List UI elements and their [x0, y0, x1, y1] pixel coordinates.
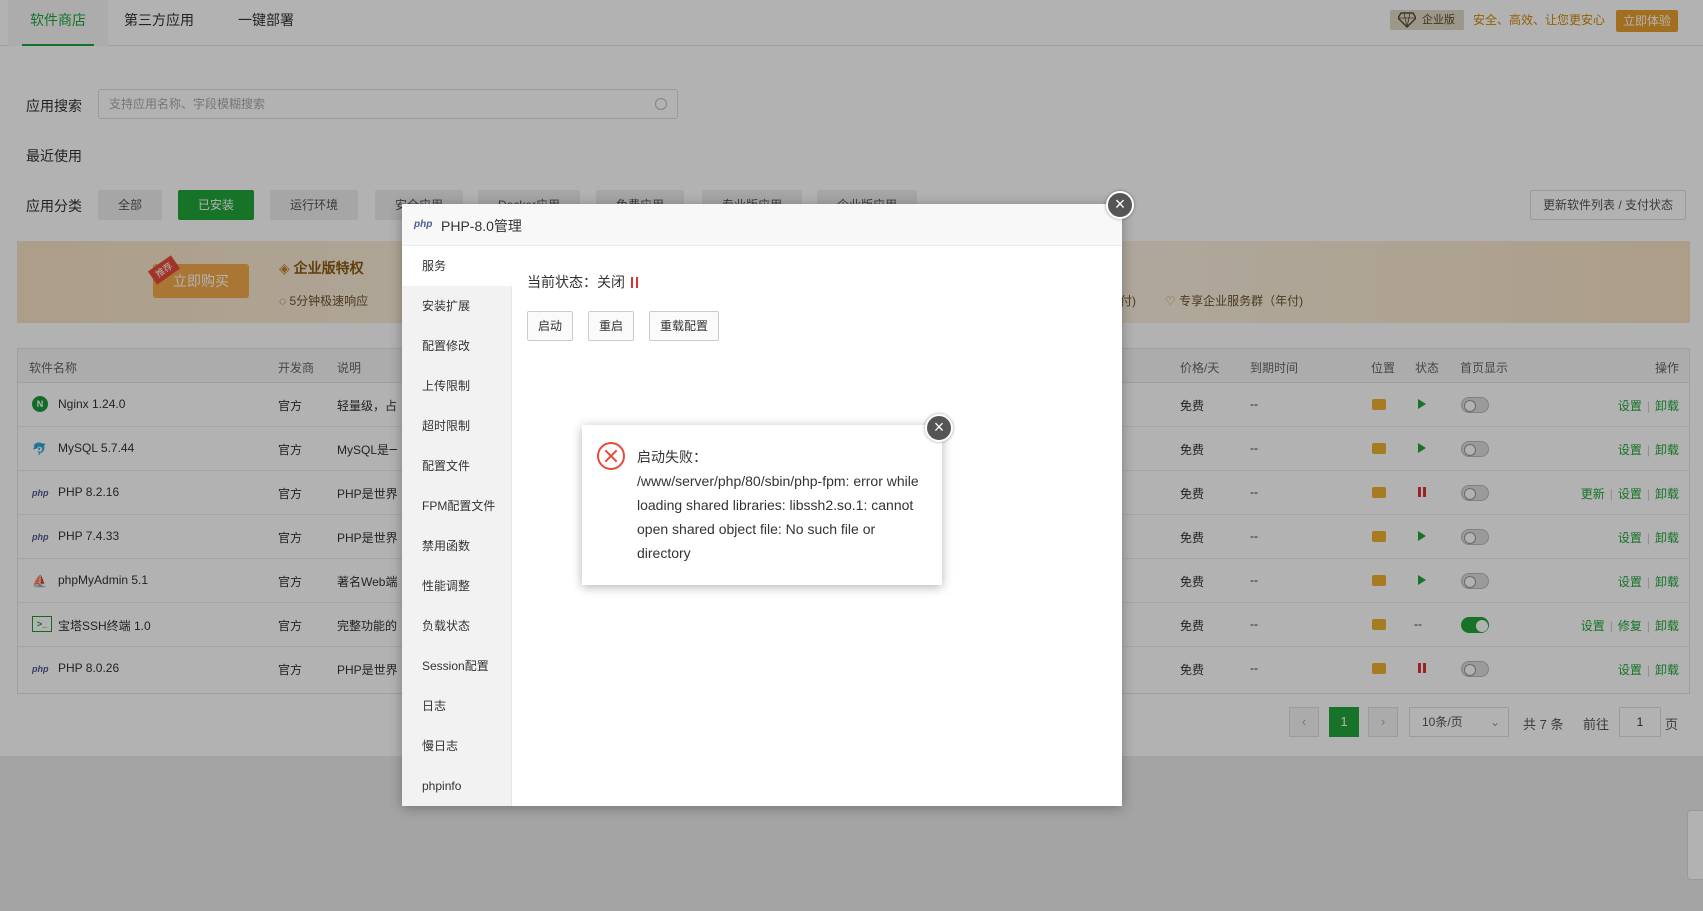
start-button[interactable]: 启动	[527, 311, 574, 341]
dialog-title: PHP-8.0管理	[441, 218, 522, 234]
stopped-icon	[631, 277, 638, 288]
menu-config-file[interactable]: 配置文件	[402, 446, 512, 486]
menu-session-config[interactable]: Session配置	[402, 646, 512, 686]
menu-logs[interactable]: 日志	[402, 686, 512, 726]
restart-button[interactable]: 重启	[588, 311, 635, 341]
reload-config-button[interactable]: 重载配置	[649, 311, 720, 341]
menu-disabled-functions[interactable]: 禁用函数	[402, 526, 512, 566]
error-alert: 启动失败： /www/server/php/80/sbin/php-fpm: e…	[582, 425, 942, 585]
service-status: 当前状态：关闭	[527, 272, 638, 292]
status-value: 关闭	[597, 274, 625, 290]
status-label: 当前状态：	[527, 274, 597, 290]
close-alert-button[interactable]: ×	[925, 414, 953, 442]
menu-load-status[interactable]: 负载状态	[402, 606, 512, 646]
error-message: 启动失败： /www/server/php/80/sbin/php-fpm: e…	[637, 449, 919, 561]
php-logo-icon: php	[414, 219, 433, 230]
menu-slow-logs[interactable]: 慢日志	[402, 726, 512, 766]
dialog-header: php PHP-8.0管理	[402, 204, 1122, 246]
menu-upload-limit[interactable]: 上传限制	[402, 366, 512, 406]
dialog-side-menu: 服务 安装扩展 配置修改 上传限制 超时限制 配置文件 FPM配置文件 禁用函数…	[402, 246, 512, 806]
menu-config-edit[interactable]: 配置修改	[402, 326, 512, 366]
error-icon	[597, 442, 625, 470]
close-dialog-button[interactable]: ×	[1106, 191, 1134, 219]
menu-phpinfo[interactable]: phpinfo	[402, 766, 512, 806]
menu-install-extensions[interactable]: 安装扩展	[402, 286, 512, 326]
menu-performance-tuning[interactable]: 性能调整	[402, 566, 512, 606]
menu-timeout-limit[interactable]: 超时限制	[402, 406, 512, 446]
menu-fpm-config-file[interactable]: FPM配置文件	[402, 486, 512, 526]
menu-service[interactable]: 服务	[402, 246, 512, 286]
